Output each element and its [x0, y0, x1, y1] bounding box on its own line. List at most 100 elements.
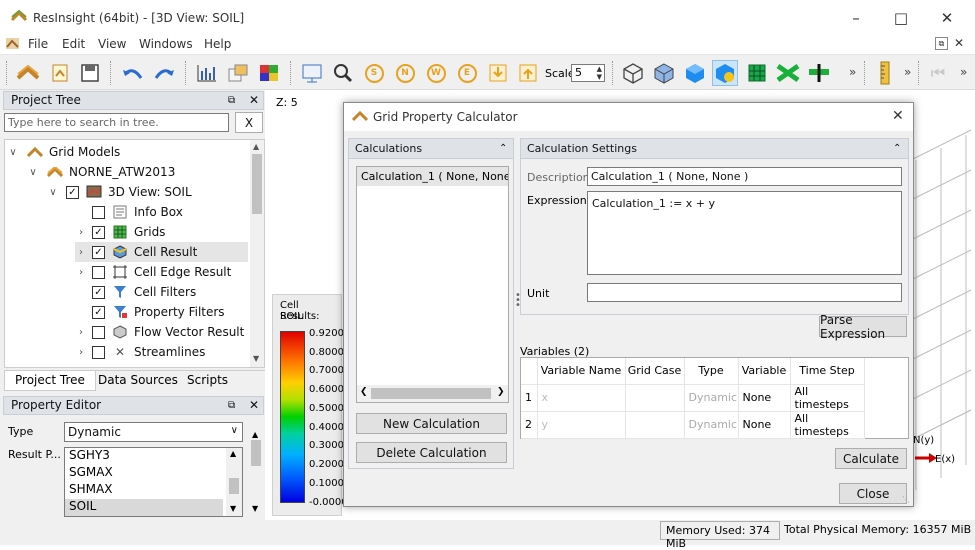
- result-scrollbar[interactable]: ▲ ▼: [226, 448, 242, 516]
- expand-arrow-icon[interactable]: ›: [75, 267, 87, 278]
- checkbox-streamlines[interactable]: [92, 345, 105, 359]
- cell-time-step[interactable]: All timesteps: [790, 411, 865, 439]
- checkbox-grids[interactable]: ✓: [92, 225, 105, 239]
- tile-windows-icon[interactable]: [256, 60, 282, 86]
- parse-expression-button[interactable]: Parse Expression: [819, 313, 907, 341]
- save-project-icon[interactable]: [77, 60, 103, 86]
- view-from-above-icon[interactable]: [485, 60, 511, 86]
- result-item[interactable]: SGMAX: [65, 465, 242, 482]
- checkbox-info-box[interactable]: [92, 205, 105, 219]
- fault-surface-icon[interactable]: [806, 60, 832, 86]
- toolbar-overflow-icon-3[interactable]: »: [960, 65, 967, 79]
- unit-field[interactable]: [587, 283, 902, 302]
- menu-windows[interactable]: Windows: [139, 37, 193, 51]
- calculations-list[interactable]: Calculation_1 ( None, None ) ❮ ❯: [356, 166, 509, 403]
- tree-search-clear-button[interactable]: X: [235, 112, 263, 133]
- result-item[interactable]: SGHY3: [65, 448, 242, 465]
- well-pipes-icon[interactable]: [744, 60, 770, 86]
- cell-grid-case[interactable]: [625, 411, 685, 439]
- cell-type[interactable]: Dynamic: [684, 384, 739, 412]
- tree-item-3d-view[interactable]: ∨ ✓ 3D View: SOIL: [47, 182, 191, 202]
- menu-view[interactable]: View: [98, 37, 126, 51]
- dialog-close-icon[interactable]: ✕: [892, 108, 904, 124]
- maximize-button[interactable]: □: [891, 8, 911, 28]
- expression-editor[interactable]: Calculation_1 := x + y: [587, 191, 902, 275]
- tree-item-cell-filters[interactable]: ✓ Cell Filters: [75, 282, 196, 302]
- resize-grip-icon[interactable]: ⋱: [902, 495, 910, 504]
- import-grid-icon[interactable]: [15, 60, 41, 86]
- expand-arrow-icon[interactable]: ›: [75, 327, 87, 338]
- mesh-lines-icon[interactable]: [620, 60, 646, 86]
- view-from-east-icon[interactable]: E: [454, 60, 480, 86]
- scale-spinbox[interactable]: 5 ▲ ▼: [571, 64, 605, 82]
- property-editor-scrollbar[interactable]: ▲ ▼: [249, 430, 263, 518]
- ruler-icon[interactable]: [872, 60, 898, 86]
- collapse-icon[interactable]: ⌃: [499, 139, 507, 159]
- float-dock-icon[interactable]: ⧉: [228, 397, 235, 414]
- checkbox-3d-view[interactable]: ✓: [66, 185, 79, 199]
- table-row[interactable]: 1 x Dynamic None All timesteps: [521, 384, 865, 412]
- checkbox-property-filters[interactable]: ✓: [92, 305, 105, 319]
- restore-subwindow-icon[interactable]: ⧉: [935, 37, 948, 50]
- calculation-item[interactable]: Calculation_1 ( None, None ): [357, 167, 508, 186]
- tree-item-cell-result[interactable]: › ✓ Cell Result: [75, 242, 248, 262]
- tab-data-sources[interactable]: Data Sources: [88, 371, 188, 391]
- tree-scroll-thumb[interactable]: [252, 154, 262, 214]
- faults-mesh-icon[interactable]: [651, 60, 677, 86]
- col-type[interactable]: Type: [684, 358, 739, 385]
- collapse-arrow-icon[interactable]: ∨: [47, 187, 59, 198]
- skip-to-start-icon[interactable]: ⏮: [925, 60, 951, 86]
- collapse-icon[interactable]: ⌃: [893, 139, 901, 159]
- col-time-step[interactable]: Time Step: [790, 358, 865, 385]
- close-dock-icon[interactable]: ✕: [249, 397, 259, 414]
- tree-item-norne[interactable]: ∨ NORNE_ATW2013: [27, 162, 175, 182]
- surface-only-icon[interactable]: [682, 60, 708, 86]
- snapshot-icon[interactable]: [225, 60, 251, 86]
- tab-scripts[interactable]: Scripts: [177, 371, 238, 391]
- close-button[interactable]: Close: [839, 483, 907, 504]
- expand-arrow-icon[interactable]: ›: [75, 347, 87, 358]
- checkbox-cell-filters[interactable]: ✓: [92, 285, 105, 299]
- close-dock-icon[interactable]: ✕: [249, 92, 259, 109]
- cell-grid-case[interactable]: [625, 384, 685, 412]
- view-from-north-icon[interactable]: N: [392, 60, 418, 86]
- plot-icon[interactable]: [194, 60, 220, 86]
- cell-time-step[interactable]: All timesteps: [790, 384, 865, 412]
- variables-table[interactable]: Variable Name Grid Case Type Variable Ti…: [520, 357, 909, 439]
- checkbox-cell-edge-result[interactable]: [92, 265, 105, 279]
- cell-variable[interactable]: None: [738, 411, 791, 439]
- tree-item-grids[interactable]: › ✓ Grids: [75, 222, 165, 242]
- calculate-button[interactable]: Calculate: [835, 448, 907, 469]
- toolbar-overflow-icon[interactable]: »: [849, 65, 856, 79]
- tree-scrollbar[interactable]: ▲ ▼: [250, 140, 264, 367]
- checkbox-cell-result[interactable]: ✓: [92, 245, 105, 259]
- type-combobox[interactable]: Dynamic ∨: [64, 422, 243, 442]
- col-grid-case[interactable]: Grid Case: [625, 358, 685, 385]
- tab-project-tree[interactable]: Project Tree: [4, 371, 96, 391]
- menu-edit[interactable]: Edit: [62, 37, 85, 51]
- project-tree[interactable]: ∨ Grid Models ∨ NORNE_ATW2013 ∨ ✓ 3D Vie…: [4, 139, 265, 368]
- view-from-west-icon[interactable]: W: [423, 60, 449, 86]
- delete-calculation-button[interactable]: Delete Calculation: [356, 442, 507, 463]
- close-window-button[interactable]: ✕: [937, 8, 957, 28]
- checkbox-flow-vector[interactable]: [92, 325, 105, 339]
- faults-only-icon[interactable]: [712, 60, 738, 86]
- tree-search-input[interactable]: Type here to search in tree.: [4, 113, 229, 132]
- app-menu-icon[interactable]: [6, 38, 19, 49]
- tree-item-grid-models[interactable]: ∨ Grid Models: [7, 142, 120, 162]
- menu-help[interactable]: Help: [204, 37, 231, 51]
- zoom-all-icon[interactable]: [330, 60, 356, 86]
- minimize-button[interactable]: –: [846, 8, 866, 28]
- cell-type[interactable]: Dynamic: [684, 411, 739, 439]
- expand-arrow-icon[interactable]: ›: [75, 247, 87, 258]
- cell-variable[interactable]: None: [738, 384, 791, 412]
- new-calculation-button[interactable]: New Calculation: [356, 413, 507, 434]
- tree-item-flow-vector[interactable]: › Flow Vector Result: [75, 322, 244, 342]
- tree-item-info-box[interactable]: Info Box: [75, 202, 183, 222]
- menu-file[interactable]: File: [28, 37, 48, 51]
- close-subwindow-icon[interactable]: ✕: [954, 36, 964, 50]
- col-variable-name[interactable]: Variable Name: [537, 358, 626, 385]
- tree-item-property-filters[interactable]: ✓ Property Filters: [75, 302, 225, 322]
- expand-arrow-icon[interactable]: ›: [75, 227, 87, 238]
- open-project-icon[interactable]: [47, 60, 73, 86]
